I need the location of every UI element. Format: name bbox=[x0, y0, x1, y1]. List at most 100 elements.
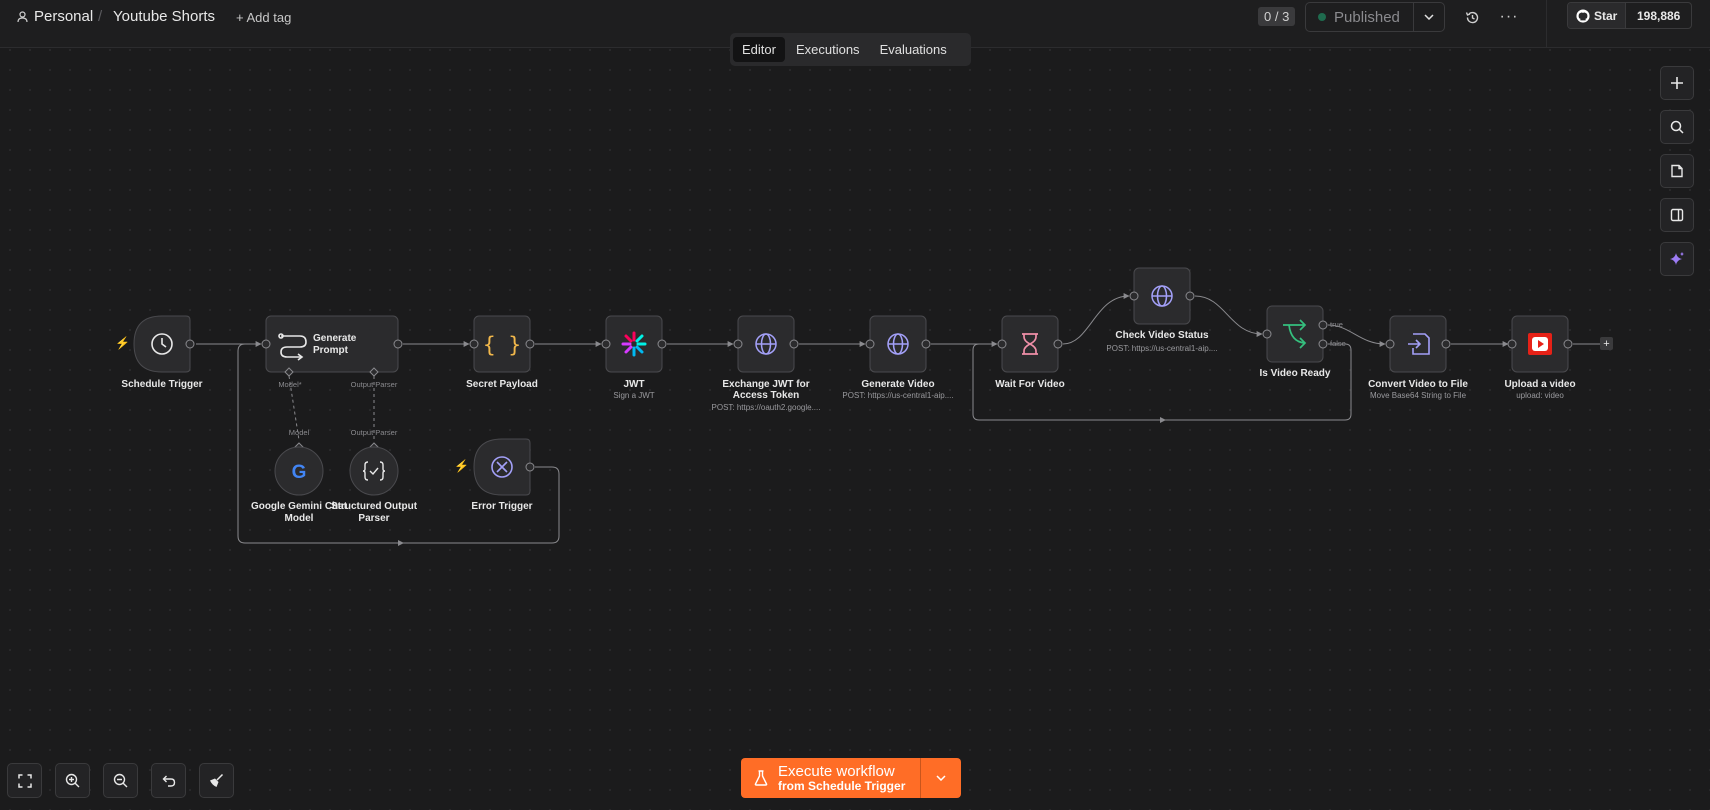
node-generate-prompt[interactable]: Generate Prompt Model* Output Parser bbox=[261, 315, 403, 389]
node-label: Wait For Video bbox=[995, 379, 1064, 390]
sticky-note-icon bbox=[1671, 164, 1683, 178]
breadcrumb-separator: / bbox=[98, 8, 103, 25]
node-label: Convert Video to File bbox=[1368, 379, 1468, 390]
ai-assistant-button[interactable] bbox=[1660, 242, 1694, 276]
add-node-button[interactable]: + bbox=[1600, 337, 1613, 350]
node-label: JWT bbox=[623, 379, 644, 390]
trigger-bolt-icon: ⚡ bbox=[115, 336, 130, 350]
node-label: Generate Video bbox=[861, 379, 934, 390]
workflow-title[interactable]: Youtube Shorts bbox=[113, 8, 215, 25]
node-exchange-jwt[interactable]: Exchange JWT for Access Token POST: http… bbox=[712, 315, 821, 412]
node-jwt[interactable]: JWT Sign a JWT bbox=[601, 315, 667, 400]
node-secret-payload[interactable]: { } Secret Payload bbox=[466, 315, 538, 390]
sparkle-icon bbox=[1670, 252, 1684, 265]
search-nodes-button[interactable] bbox=[1660, 110, 1694, 144]
node-subtitle: POST: https://us-central1-aip.... bbox=[842, 391, 953, 400]
github-icon bbox=[1576, 8, 1590, 23]
breadcrumb-project[interactable]: Personal bbox=[17, 8, 93, 25]
youtube-icon bbox=[1528, 333, 1552, 355]
add-node-panel-button[interactable] bbox=[1660, 66, 1694, 100]
zoom-in-icon bbox=[65, 773, 80, 788]
published-label: Published bbox=[1334, 8, 1400, 26]
node-subtitle: Sign a JWT bbox=[613, 391, 654, 400]
node-label-line2: Access Token bbox=[733, 390, 800, 401]
plus-icon bbox=[1671, 77, 1683, 89]
zoom-in-button[interactable] bbox=[55, 763, 90, 798]
node-label-line1: Exchange JWT for bbox=[722, 379, 809, 390]
panel-icon bbox=[1670, 208, 1684, 222]
project-name: Personal bbox=[34, 8, 94, 25]
published-status-dot bbox=[1318, 13, 1326, 21]
node-check-video-status[interactable]: Check Video Status POST: https://us-cent… bbox=[1106, 267, 1218, 353]
node-label: Schedule Trigger bbox=[121, 379, 202, 390]
history-button[interactable] bbox=[1461, 6, 1483, 28]
node-convert-video[interactable]: Convert Video to File Move Base64 String… bbox=[1368, 315, 1468, 400]
node-label: Check Video Status bbox=[1115, 330, 1209, 341]
node-subtitle: POST: https://us-central1-aip.... bbox=[1106, 344, 1217, 353]
fit-view-button[interactable] bbox=[7, 763, 42, 798]
edge-check-to-ready bbox=[1194, 295, 1263, 337]
workflow-canvas[interactable]: ⚡ ⚡ Schedule Trigger Generate Prompt Mod… bbox=[0, 0, 1710, 810]
tab-editor[interactable]: Editor bbox=[733, 37, 785, 62]
zoom-out-button[interactable] bbox=[103, 763, 138, 798]
port-label-output-parser: Output Parser bbox=[351, 380, 398, 389]
chevron-down-icon bbox=[1424, 14, 1434, 20]
search-icon bbox=[1670, 120, 1684, 134]
more-options-button[interactable]: ··· bbox=[1498, 6, 1520, 28]
node-label: Secret Payload bbox=[466, 379, 538, 390]
flask-icon bbox=[754, 770, 768, 786]
toggle-panel-button[interactable] bbox=[1660, 198, 1694, 232]
github-star-count: 198,886 bbox=[1636, 8, 1681, 23]
port-label-output-parser: Output Parser bbox=[351, 428, 398, 437]
published-button[interactable]: Published bbox=[1306, 3, 1413, 31]
node-label-line2: Model bbox=[285, 513, 314, 524]
user-icon bbox=[17, 10, 28, 22]
undo-button[interactable] bbox=[151, 763, 186, 798]
publish-group: Published bbox=[1305, 2, 1445, 32]
node-label-line1: Generate bbox=[313, 333, 357, 344]
node-subtitle: POST: https://oauth2.google.... bbox=[712, 403, 821, 412]
svg-text:G: G bbox=[292, 462, 307, 483]
execute-workflow-group: Execute workflow from Schedule Trigger bbox=[741, 758, 961, 798]
version-counter: 0 / 3 bbox=[1258, 7, 1296, 26]
chevron-down-icon bbox=[936, 775, 946, 781]
execute-options-dropdown[interactable] bbox=[920, 758, 961, 798]
github-star-label: Star bbox=[1594, 8, 1618, 23]
node-error-trigger[interactable]: Error Trigger bbox=[471, 438, 535, 512]
node-upload-video[interactable]: Upload a video upload: video bbox=[1504, 315, 1576, 400]
node-label: Is Video Ready bbox=[1260, 368, 1331, 379]
node-label: Upload a video bbox=[1504, 379, 1575, 390]
braces-icon: { } bbox=[483, 333, 521, 357]
tab-evaluations[interactable]: Evaluations bbox=[871, 37, 956, 62]
tidy-up-button[interactable] bbox=[199, 763, 234, 798]
github-star-button[interactable]: Star bbox=[1568, 3, 1627, 28]
divider bbox=[1546, 0, 1547, 48]
node-subtitle: Move Base64 String to File bbox=[1370, 391, 1467, 400]
github-star-widget[interactable]: Star 198,886 bbox=[1567, 2, 1692, 29]
node-label: Error Trigger bbox=[471, 501, 532, 512]
execute-workflow-label: Execute workflow bbox=[778, 762, 895, 780]
node-wait-for-video[interactable]: Wait For Video bbox=[995, 315, 1065, 390]
branch-label-true: true bbox=[1330, 320, 1343, 329]
view-tabs: Editor Executions Evaluations bbox=[730, 33, 971, 66]
broom-icon bbox=[210, 773, 224, 787]
plus-icon: + bbox=[1603, 338, 1609, 350]
node-label-line1: Structured Output bbox=[331, 501, 418, 512]
add-sticky-note-button[interactable] bbox=[1660, 154, 1694, 188]
undo-icon bbox=[162, 775, 175, 787]
publish-dropdown-button[interactable] bbox=[1413, 3, 1444, 31]
execute-workflow-button[interactable]: Execute workflow from Schedule Trigger bbox=[741, 758, 920, 798]
node-subtitle: upload: video bbox=[1516, 391, 1564, 400]
node-structured-output-parser[interactable]: Output Parser Structured Output Parser bbox=[331, 428, 418, 524]
zoom-out-icon bbox=[113, 773, 128, 788]
node-is-video-ready[interactable]: true false Is Video Ready bbox=[1260, 305, 1346, 379]
node-generate-video[interactable]: Generate Video POST: https://us-central1… bbox=[842, 315, 954, 400]
tab-executions[interactable]: Executions bbox=[787, 37, 869, 62]
node-label-line2: Prompt bbox=[313, 345, 349, 356]
port-label-model: Model* bbox=[278, 380, 301, 389]
node-schedule-trigger[interactable]: Schedule Trigger bbox=[121, 315, 203, 390]
node-label-line2: Parser bbox=[358, 513, 389, 524]
fit-view-icon bbox=[17, 773, 32, 788]
add-tag-button[interactable]: + Add tag bbox=[236, 10, 291, 25]
history-icon bbox=[1465, 11, 1478, 23]
